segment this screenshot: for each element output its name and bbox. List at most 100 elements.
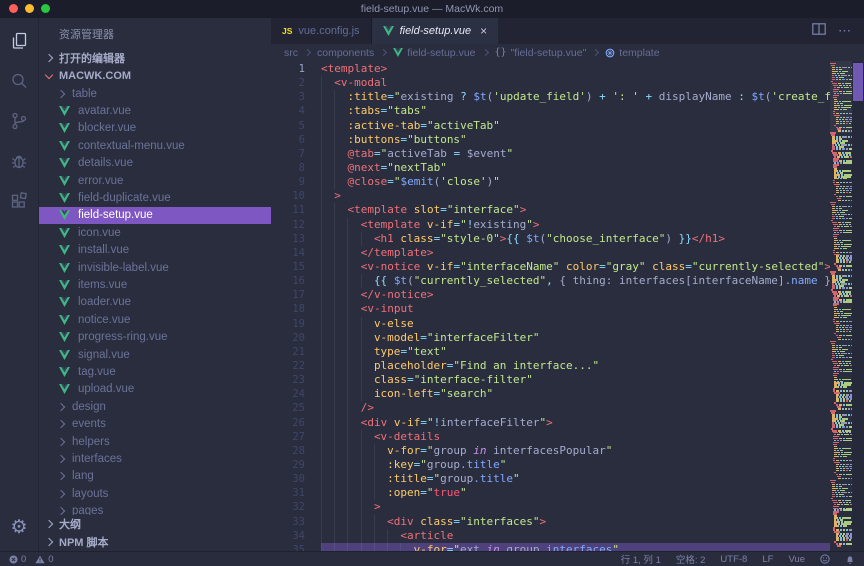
code-line-2[interactable]: 2<v-modal [271,76,830,90]
split-editor-button[interactable] [812,22,826,40]
zoom-window-button[interactable] [41,4,50,13]
breadcrumb-item-src[interactable]: src [284,47,298,59]
eol-sequence[interactable]: LF [762,554,773,565]
code-line-31[interactable]: 31:open="true" [271,486,830,500]
code-line-34[interactable]: 34<article [271,529,830,543]
code-line-15[interactable]: 15<v-notice v-if="interfaceName" color="… [271,260,830,274]
editor-group: JSvue.config.jsfield-setup.vue× ⋯ srccom… [271,18,864,551]
tree-item-field-setup-vue[interactable]: field-setup.vue [39,207,271,224]
close-window-button[interactable] [9,4,18,13]
tab-vue-config-js[interactable]: JSvue.config.js [271,18,372,44]
more-actions-button[interactable]: ⋯ [838,23,852,39]
tree-item-helpers[interactable]: helpers [39,433,271,450]
code-line-28[interactable]: 28v-for="group in interfacesPopular" [271,444,830,458]
tree-item-contextual-menu-vue[interactable]: contextual-menu.vue [39,137,271,154]
code-line-30[interactable]: 30:title="group.title" [271,472,830,486]
code-line-7[interactable]: 7@tab="activeTab = $event" [271,147,830,161]
search-icon[interactable] [6,68,32,94]
code-line-22[interactable]: 22placeholder="Find an interface..." [271,359,830,373]
errors-indicator[interactable]: 0 [9,554,26,565]
tree-item-blocker-vue[interactable]: blocker.vue [39,120,271,137]
code-editor[interactable]: 1<template>2<v-modal3:title="existing ? … [271,61,830,551]
feedback-icon[interactable] [820,554,830,564]
notifications-bell-icon[interactable] [845,554,855,565]
code-line-12[interactable]: 12<template v-if="!existing"> [271,218,830,232]
tree-item-invisible-label-vue[interactable]: invisible-label.vue [39,259,271,276]
code-line-17[interactable]: 17</v-notice> [271,288,830,302]
code-line-16[interactable]: 16{{ $t("currently_selected", { thing: i… [271,274,830,288]
workspace-section[interactable]: MACWK.COM [39,67,271,85]
code-line-14[interactable]: 14</template> [271,246,830,260]
cursor-position[interactable]: 行 1, 列 1 [621,552,661,566]
tree-item-install-vue[interactable]: install.vue [39,242,271,259]
explorer-icon[interactable] [6,28,32,54]
tree-item-events[interactable]: events [39,415,271,432]
code-line-26[interactable]: 26<div v-if="!interfaceFilter"> [271,416,830,430]
breadcrumb-item-components[interactable]: components [317,47,374,59]
tree-item-error-vue[interactable]: error.vue [39,172,271,189]
tree-item-field-duplicate-vue[interactable]: field-duplicate.vue [39,189,271,206]
code-line-3[interactable]: 3:title="existing ? $t('update_field') +… [271,90,830,104]
code-line-5[interactable]: 5:active-tab="activeTab" [271,119,830,133]
code-line-18[interactable]: 18<v-input [271,302,830,316]
code-line-6[interactable]: 6:buttons="buttons" [271,133,830,147]
settings-gear-icon[interactable]: ⚙ [10,518,27,537]
breadcrumb-item-template[interactable]: template [605,47,659,59]
tree-item-pages[interactable]: pages [39,502,271,515]
tree-item-progress-ring-vue[interactable]: progress-ring.vue [39,328,271,345]
problems-indicator[interactable]: 0 0 [9,554,54,565]
tree-item-icon-vue[interactable]: icon.vue [39,224,271,241]
minimap[interactable] [830,61,852,551]
scrollbar-thumb[interactable] [853,63,863,101]
tree-item-upload-vue[interactable]: upload.vue [39,381,271,398]
encoding[interactable]: UTF-8 [720,554,747,565]
code-line-27[interactable]: 27<v-details [271,430,830,444]
code-line-25[interactable]: 25/> [271,401,830,415]
tree-item-layouts[interactable]: layouts [39,485,271,502]
code-line-24[interactable]: 24icon-left="search" [271,387,830,401]
code-line-11[interactable]: 11<template slot="interface"> [271,203,830,217]
code-line-21[interactable]: 21type="text" [271,345,830,359]
code-line-32[interactable]: 32> [271,500,830,514]
indentation[interactable]: 空格: 2 [676,552,706,566]
tree-item-lang[interactable]: lang [39,468,271,485]
warnings-indicator[interactable]: 0 [35,554,53,565]
tree-item-loader-vue[interactable]: loader.vue [39,294,271,311]
tree-item-tag-vue[interactable]: tag.vue [39,363,271,380]
line-content: <v-modal [321,76,830,90]
close-tab-icon[interactable]: × [480,24,487,38]
code-line-1[interactable]: 1<template> [271,62,830,76]
tree-item-avatar-vue[interactable]: avatar.vue [39,102,271,119]
tree-item-table[interactable]: table [39,85,271,102]
language-mode[interactable]: Vue [788,554,805,565]
code-line-35[interactable]: 35v-for="ext in group.interfaces" [271,543,830,551]
breadcrumb-item-field-setup-vue[interactable]: field-setup.vue [393,47,475,59]
tree-item-interfaces[interactable]: interfaces [39,450,271,467]
tree-item-signal-vue[interactable]: signal.vue [39,346,271,363]
code-line-20[interactable]: 20v-model="interfaceFilter" [271,331,830,345]
breadcrumb-item-field-setup-vue[interactable]: {}"field-setup.vue" [495,47,587,59]
code-line-10[interactable]: 10> [271,189,830,203]
extensions-icon[interactable] [6,188,32,214]
sidebar-section-npm-脚本[interactable]: NPM 脚本 [39,533,271,551]
minimize-window-button[interactable] [25,4,34,13]
scrollbar[interactable] [852,61,864,551]
code-line-19[interactable]: 19v-else [271,317,830,331]
tree-item-design[interactable]: design [39,398,271,415]
code-line-33[interactable]: 33<div class="interfaces"> [271,515,830,529]
tree-item-details-vue[interactable]: details.vue [39,155,271,172]
source-control-icon[interactable] [6,108,32,134]
code-line-13[interactable]: 13<h1 class="style-0">{{ $t("choose_inte… [271,232,830,246]
code-line-9[interactable]: 9@close="$emit('close')" [271,175,830,189]
tree-item-items-vue[interactable]: items.vue [39,276,271,293]
sidebar-section-大纲[interactable]: 大纲 [39,515,271,533]
code-line-29[interactable]: 29:key="group.title" [271,458,830,472]
debug-icon[interactable] [6,148,32,174]
code-line-4[interactable]: 4:tabs="tabs" [271,104,830,118]
code-line-23[interactable]: 23class="interface-filter" [271,373,830,387]
tree-item-notice-vue[interactable]: notice.vue [39,311,271,328]
code-line-8[interactable]: 8@next="nextTab" [271,161,830,175]
tab-field-setup-vue[interactable]: field-setup.vue× [372,18,500,44]
chevron-right-icon [57,437,65,445]
open-editors-section[interactable]: 打开的编辑器 [39,49,271,67]
